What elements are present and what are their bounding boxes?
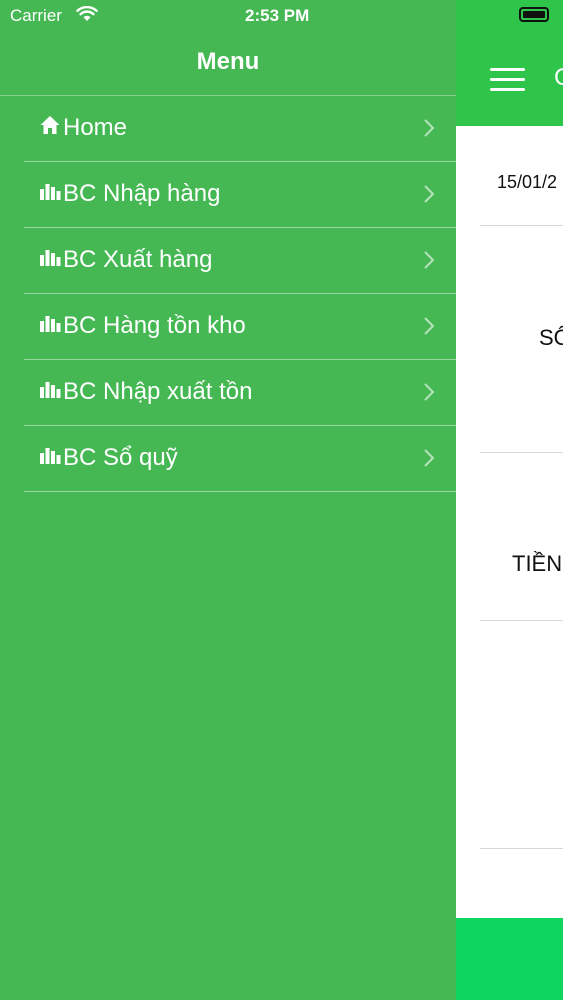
chevron-right-icon bbox=[424, 317, 435, 335]
main-footer-bar[interactable] bbox=[456, 918, 563, 1000]
bar-chart-icon bbox=[40, 250, 61, 266]
chevron-right-icon bbox=[424, 383, 435, 401]
chevron-right-icon bbox=[424, 119, 435, 137]
clock: 2:53 PM bbox=[245, 6, 310, 25]
hamburger-menu-icon[interactable] bbox=[490, 68, 525, 92]
chevron-right-icon bbox=[424, 449, 435, 467]
quantity-label: SỐ bbox=[539, 325, 563, 350]
drawer-menu: Home BC Nhập hàng BC Xuất hàng BC Hàng t… bbox=[24, 96, 456, 492]
menu-item-bc-nhap-hang[interactable]: BC Nhập hàng bbox=[24, 162, 456, 228]
bar-chart-icon bbox=[40, 448, 61, 464]
divider bbox=[480, 620, 563, 621]
menu-item-bc-xuat-hang[interactable]: BC Xuất hàng bbox=[24, 228, 456, 294]
menu-item-home[interactable]: Home bbox=[24, 96, 456, 162]
menu-item-label: BC Nhập xuất tồn bbox=[63, 378, 253, 405]
amount-label: TIỀN bbox=[512, 551, 563, 576]
menu-item-label: BC Xuất hàng bbox=[63, 246, 213, 273]
menu-item-bc-nhap-xuat-ton[interactable]: BC Nhập xuất tồn bbox=[24, 360, 456, 426]
chevron-right-icon bbox=[424, 251, 435, 269]
wifi-icon bbox=[76, 6, 98, 21]
menu-item-label: BC Nhập hàng bbox=[63, 180, 221, 207]
menu-item-label: Home bbox=[63, 114, 128, 141]
bar-chart-icon bbox=[40, 184, 61, 200]
divider bbox=[480, 848, 563, 849]
chevron-right-icon bbox=[424, 185, 435, 203]
main-screen: C 15/01/2 SỐ TIỀN bbox=[456, 0, 563, 1000]
drawer-title: Menu bbox=[196, 48, 260, 75]
battery-icon bbox=[519, 7, 549, 22]
bar-chart-icon bbox=[40, 382, 61, 398]
divider bbox=[480, 452, 563, 453]
date-field[interactable]: 15/01/2 bbox=[497, 172, 557, 193]
divider bbox=[480, 225, 563, 226]
menu-item-bc-hang-ton-kho[interactable]: BC Hàng tồn kho bbox=[24, 294, 456, 360]
main-title: C bbox=[554, 64, 563, 91]
menu-item-label: BC Sổ quỹ bbox=[63, 444, 178, 471]
home-icon bbox=[40, 116, 60, 134]
menu-item-bc-so-quy[interactable]: BC Sổ quỹ bbox=[24, 426, 456, 492]
side-drawer: Menu Home BC Nhập hàng BC Xuất hàng BC H… bbox=[0, 0, 456, 1000]
carrier-label: Carrier bbox=[10, 6, 62, 25]
bar-chart-icon bbox=[40, 316, 61, 332]
menu-item-label: BC Hàng tồn kho bbox=[63, 312, 246, 339]
status-bar: Carrier 2:53 PM bbox=[0, 0, 563, 32]
